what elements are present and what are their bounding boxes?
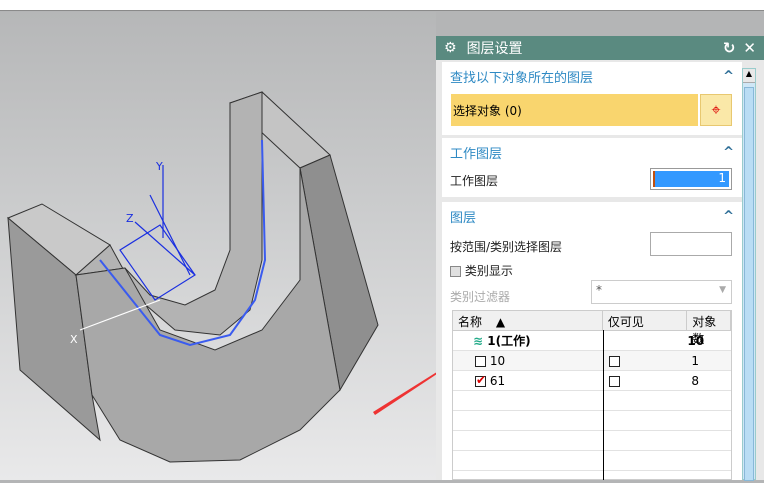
- layer-section-title: 图层: [450, 210, 477, 226]
- find-section-title: 查找以下对象所在的图层: [450, 70, 594, 86]
- work-section-title: 工作图层: [450, 146, 503, 162]
- close-icon[interactable]: ✕: [743, 39, 756, 57]
- collapse-chevron-icon[interactable]: ^: [723, 69, 734, 84]
- graphics-viewport[interactable]: Y Z X: [0, 12, 448, 480]
- chevron-down-icon: ▼: [719, 285, 726, 295]
- crosshair-icon[interactable]: ⌖: [700, 94, 732, 126]
- sort-asc-icon: ▲: [495, 315, 506, 329]
- toolbar: [0, 0, 764, 11]
- layer-stack-icon: ≋: [473, 334, 484, 348]
- range-label: 按范围/类别选择图层: [450, 240, 563, 254]
- collapse-chevron-icon[interactable]: ^: [723, 145, 734, 160]
- layer-table: 名称 ▲ 仅可见 对象数 ≋ 1(工作) 10 10 1 ✔ 61 8: [452, 310, 732, 480]
- work-layer-section: 工作图层 ^ 工作图层 1: [442, 138, 742, 197]
- category-filter-select[interactable]: * ▼: [591, 280, 732, 304]
- layer-checkbox[interactable]: [475, 355, 486, 367]
- z-axis-label: Z: [126, 212, 134, 225]
- table-row[interactable]: ≋ 1(工作) 10: [453, 331, 731, 351]
- select-object-field[interactable]: 选择对象 (0): [451, 94, 698, 126]
- y-axis-label: Y: [155, 160, 163, 173]
- scrollbar[interactable]: ▲: [742, 68, 756, 481]
- reset-icon[interactable]: ↻: [723, 39, 736, 57]
- x-axis-label: X: [70, 333, 78, 346]
- red-arrow-annotation: [373, 366, 448, 415]
- find-section: 查找以下对象所在的图层 ^ 选择对象 (0) ⌖: [442, 62, 742, 135]
- column-header-visible[interactable]: 仅可见: [603, 311, 688, 330]
- column-header-name[interactable]: 名称 ▲: [453, 311, 603, 330]
- work-layer-input[interactable]: 1: [650, 168, 732, 190]
- scroll-up-icon: ▲: [743, 69, 755, 83]
- layer-checkbox-checked[interactable]: ✔: [475, 373, 486, 387]
- table-row[interactable]: ✔ 61 8: [453, 371, 731, 391]
- category-display-checkbox[interactable]: 类别显示: [450, 262, 513, 279]
- visible-only-checkbox[interactable]: [608, 375, 620, 387]
- column-header-count[interactable]: 对象数: [687, 311, 731, 346]
- collapse-chevron-icon[interactable]: ^: [723, 209, 734, 224]
- column-divider: [603, 330, 604, 480]
- 3d-model: Y Z X: [7, 91, 448, 463]
- dialog-title: 图层设置: [466, 41, 523, 57]
- visible-only-checkbox[interactable]: [608, 355, 620, 367]
- gear-icon[interactable]: ⚙: [444, 40, 457, 56]
- range-input[interactable]: [650, 232, 732, 256]
- dialog-titlebar: ⚙ 图层设置 ↻ ✕: [436, 36, 764, 60]
- work-layer-label: 工作图层: [450, 174, 499, 188]
- category-filter-label: 类别过滤器: [450, 290, 511, 304]
- select-object-label: 选择对象 (0): [453, 104, 522, 118]
- table-row[interactable]: 10 1: [453, 351, 731, 371]
